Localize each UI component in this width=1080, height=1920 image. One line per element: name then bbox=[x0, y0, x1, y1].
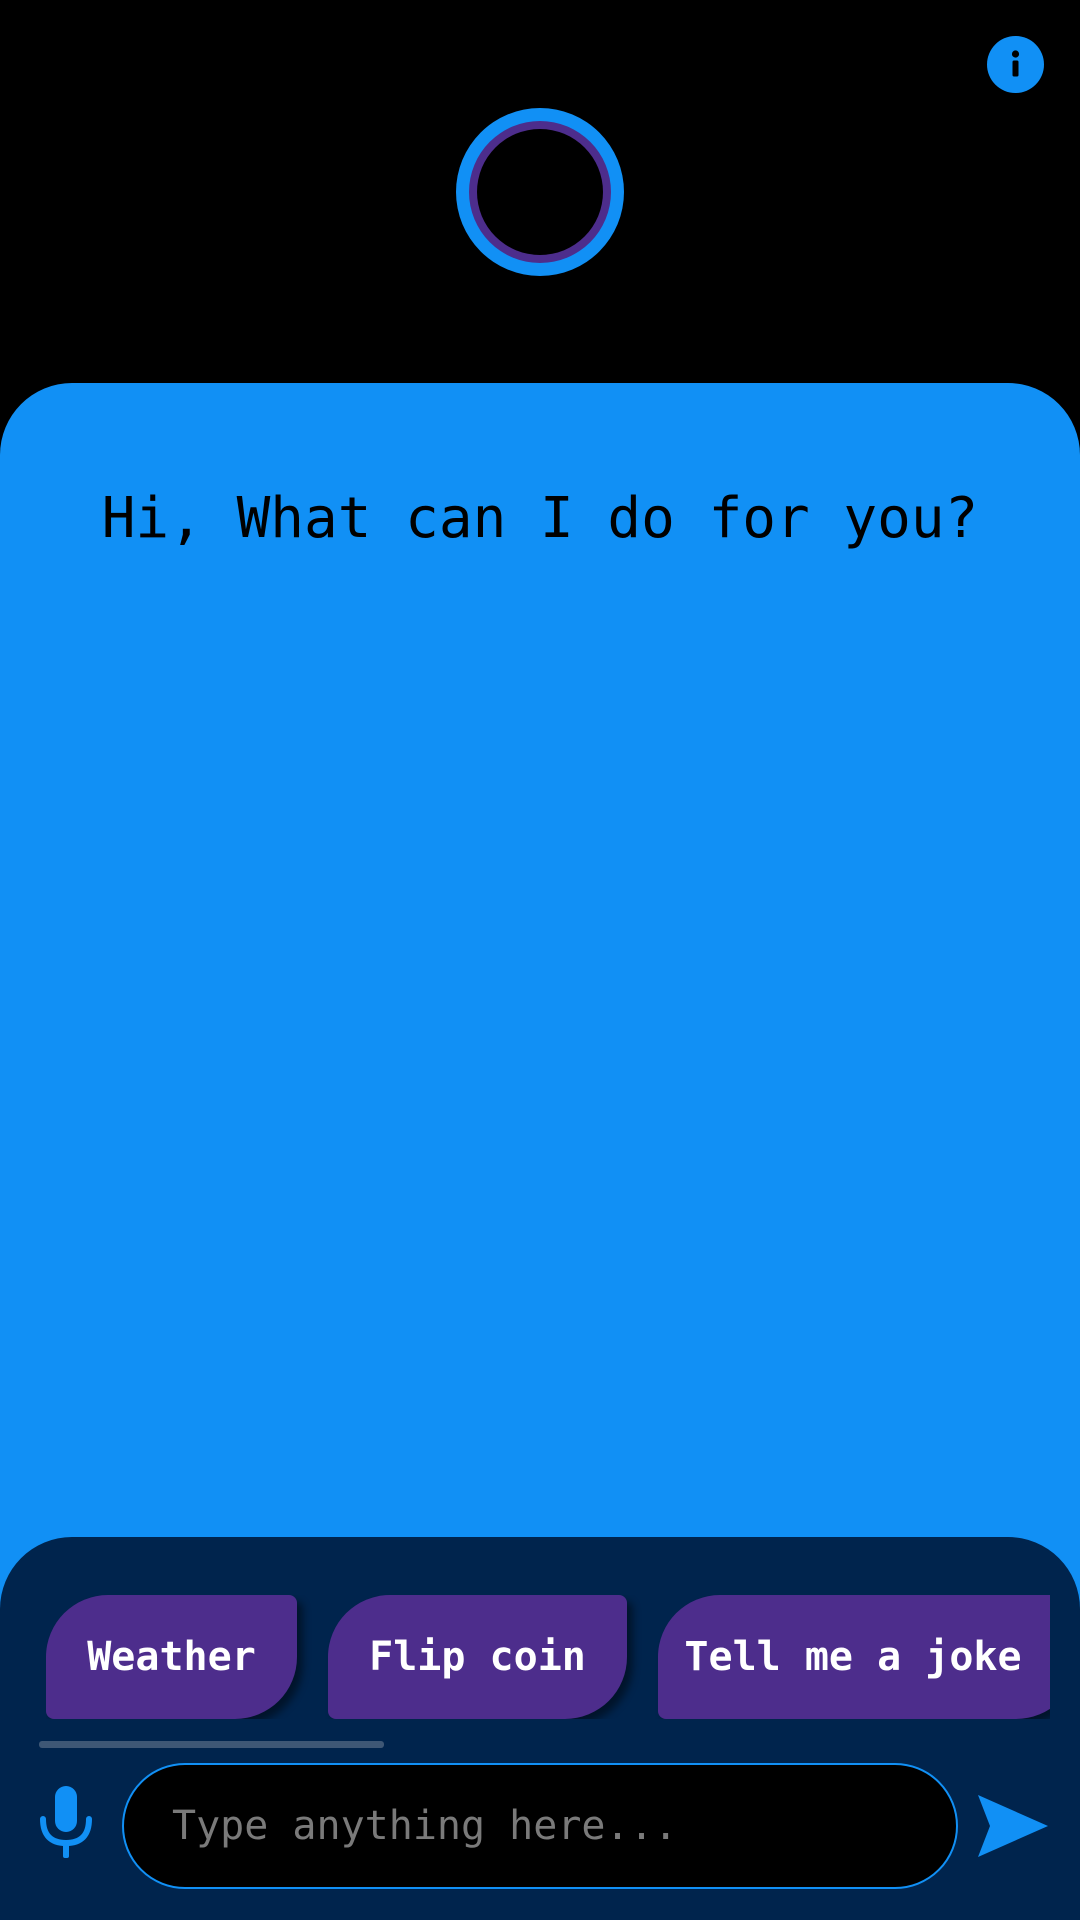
suggestion-chip-flip-coin[interactable]: Flip coin bbox=[328, 1595, 627, 1719]
microphone-icon bbox=[40, 1786, 92, 1858]
assistant-screen: Hi, What can I do for you? Weather Flip … bbox=[0, 0, 1080, 1920]
suggestion-chips[interactable]: Weather Flip coin Tell me a joke bbox=[46, 1595, 1050, 1719]
info-icon bbox=[1011, 50, 1020, 77]
message-input[interactable] bbox=[124, 1765, 956, 1887]
suggestion-chip-weather[interactable]: Weather bbox=[46, 1595, 297, 1719]
greeting-message: Hi, What can I do for you? bbox=[101, 486, 979, 551]
message-input-container bbox=[122, 1763, 958, 1889]
suggestions-scrollbar[interactable] bbox=[39, 1741, 384, 1748]
suggestion-chip-joke[interactable]: Tell me a joke bbox=[658, 1595, 1050, 1719]
assistant-orb-core bbox=[477, 129, 603, 255]
send-button[interactable] bbox=[976, 1793, 1050, 1859]
assistant-orb[interactable] bbox=[456, 108, 624, 276]
assistant-orb-ring bbox=[469, 121, 611, 263]
microphone-button[interactable] bbox=[36, 1786, 96, 1860]
send-icon bbox=[978, 1795, 1048, 1857]
info-button[interactable] bbox=[987, 36, 1044, 93]
chat-panel bbox=[0, 383, 1080, 1643]
